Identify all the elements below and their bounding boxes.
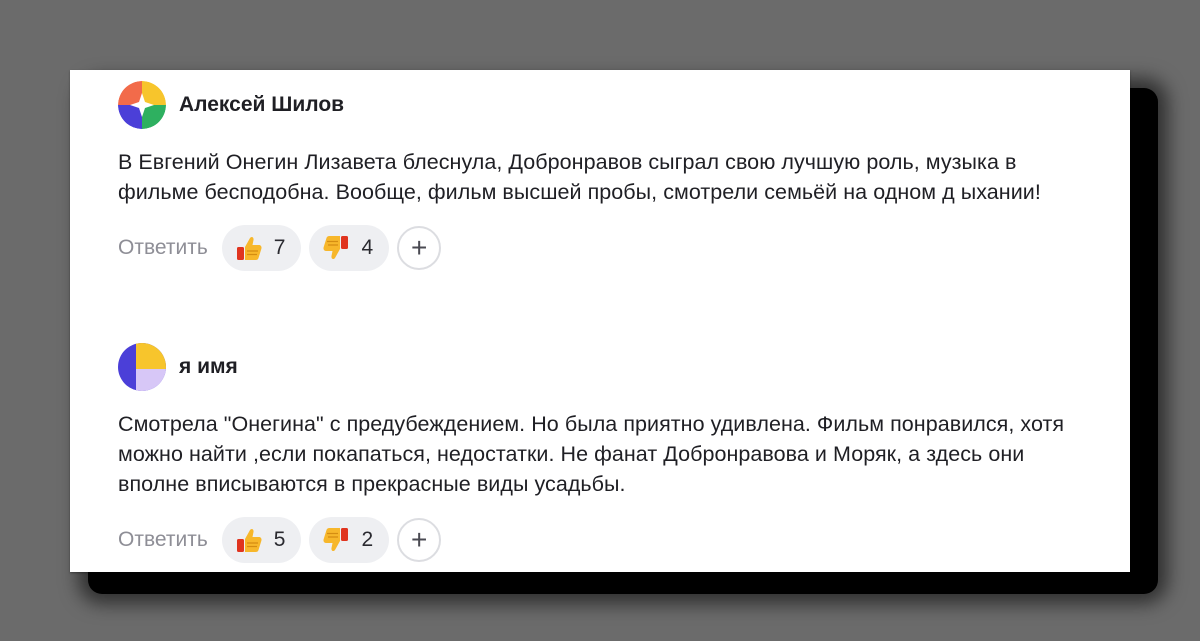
comment-header: Алексей Шилов — [118, 80, 1098, 130]
comments-card: Алексей Шилов В Евгений Онегин Лизавета … — [70, 70, 1130, 572]
like-button[interactable]: 5 — [221, 517, 302, 563]
reply-button[interactable]: Ответить — [118, 236, 208, 260]
comment-text: В Евгений Онегин Лизавета блеснула, Добр… — [118, 150, 1041, 204]
dislike-count: 2 — [361, 528, 374, 551]
author-name[interactable]: Алексей Шилов — [179, 93, 344, 117]
dislike-count: 4 — [361, 236, 374, 259]
avatar-yellow-purple-icon — [118, 343, 166, 391]
thumbs-down-icon — [323, 236, 349, 260]
thumbs-up-icon — [236, 528, 262, 552]
comment-actions: Ответить 7 4 + — [118, 224, 1098, 272]
add-reaction-button[interactable]: + — [397, 226, 442, 270]
dislike-button[interactable]: 2 — [309, 517, 390, 563]
like-count: 5 — [273, 528, 286, 551]
like-count: 7 — [273, 236, 286, 259]
avatar[interactable] — [118, 81, 166, 129]
comment: я имя Смотрела "Онегина" с предубеждение… — [118, 342, 1098, 564]
avatar[interactable] — [118, 343, 166, 391]
thumbs-down-icon — [323, 528, 349, 552]
add-reaction-button[interactable]: + — [397, 518, 442, 562]
thumbs-up-icon — [236, 236, 262, 260]
comment-actions: Ответить 5 2 + — [118, 516, 1098, 564]
comment-header: я имя — [118, 342, 1098, 392]
avatar-multicolor-icon — [118, 81, 166, 129]
comment-text: Смотрела "Онегина" с предубеждением. Но … — [118, 412, 1065, 496]
dislike-button[interactable]: 4 — [309, 225, 390, 271]
plus-icon: + — [410, 524, 428, 555]
plus-icon: + — [410, 232, 428, 263]
author-name[interactable]: я имя — [179, 355, 238, 379]
comment: Алексей Шилов В Евгений Онегин Лизавета … — [118, 80, 1098, 272]
reply-button[interactable]: Ответить — [118, 528, 208, 552]
like-button[interactable]: 7 — [221, 225, 302, 271]
